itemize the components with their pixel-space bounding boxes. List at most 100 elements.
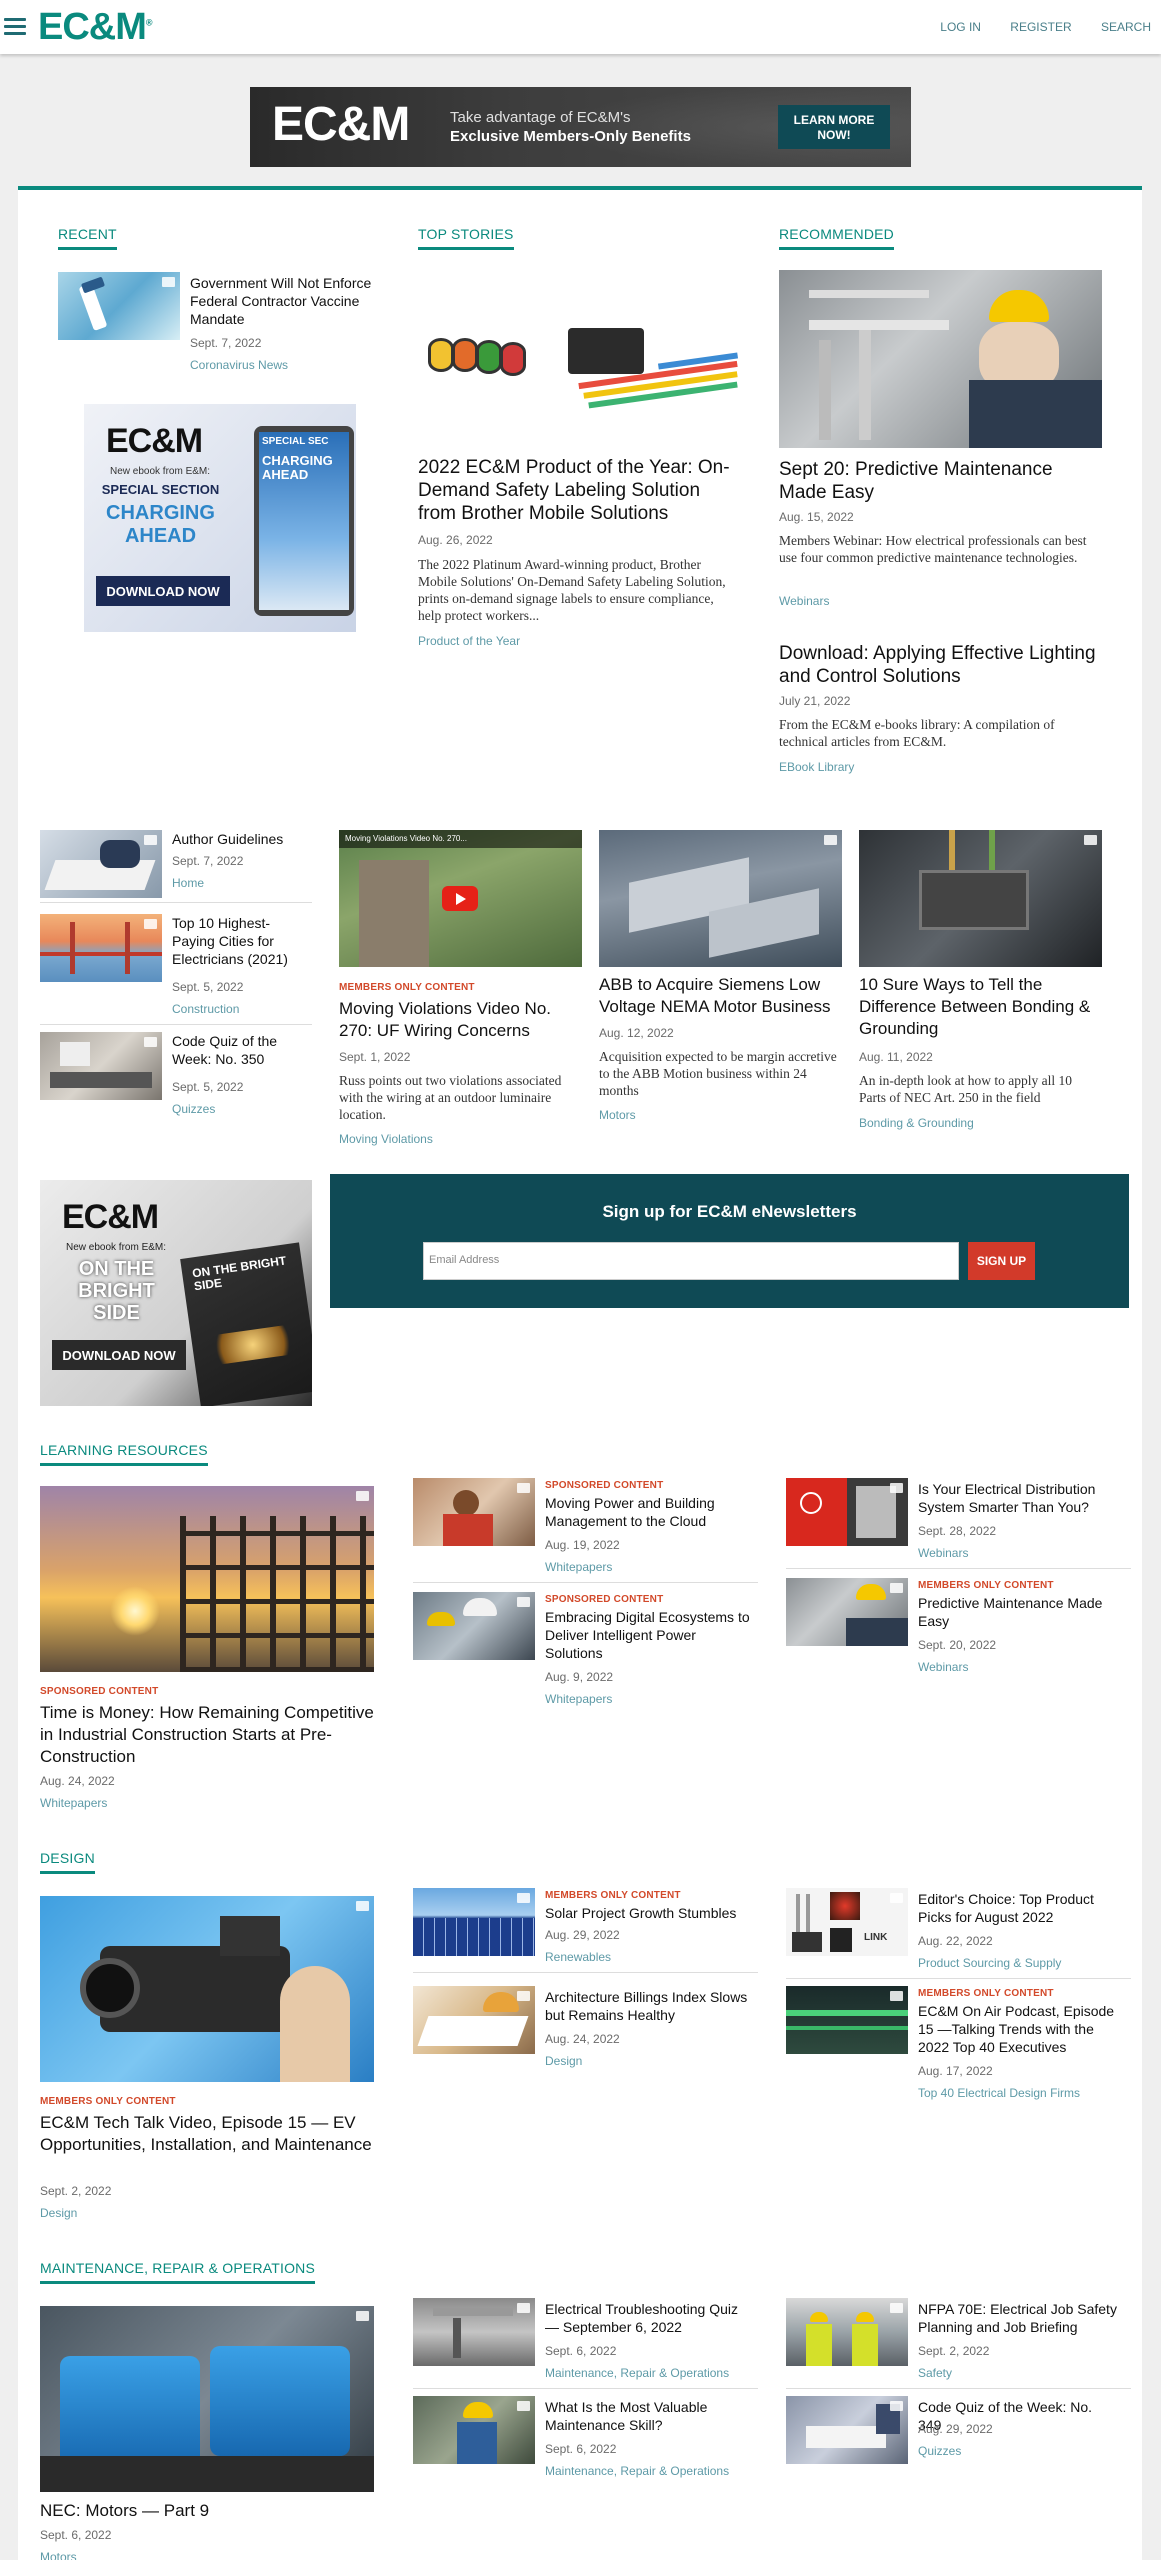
- podcast-image[interactable]: [786, 1986, 908, 2054]
- mro-main-category[interactable]: Motors: [40, 2550, 77, 2560]
- golden-gate-image[interactable]: [40, 914, 162, 982]
- maintenance-skill-image[interactable]: [413, 2396, 535, 2464]
- top-story-title[interactable]: 2022 EC&M Product of the Year: On-Demand…: [418, 456, 738, 525]
- top-story-category[interactable]: Product of the Year: [418, 634, 520, 648]
- row2-small3-category[interactable]: Quizzes: [172, 1102, 215, 1116]
- mro-item1-title[interactable]: Electrical Troubleshooting Quiz — Septem…: [545, 2300, 750, 2336]
- architecture-billings-image[interactable]: [413, 1986, 535, 2054]
- design-main-category[interactable]: Design: [40, 2206, 77, 2220]
- product-picks-image[interactable]: LINK: [786, 1888, 908, 1956]
- job-safety-image[interactable]: [786, 2298, 908, 2366]
- learn-more-button[interactable]: LEARN MORE NOW!: [778, 105, 890, 149]
- learning-item2-category[interactable]: Whitepapers: [545, 1692, 612, 1706]
- ebook-charging-ahead-ad[interactable]: EC&M New ebook from E&M: SPECIAL SECTION…: [84, 404, 356, 632]
- design-main-title[interactable]: EC&M Tech Talk Video, Episode 15 — EV Op…: [40, 2112, 374, 2156]
- video-camera-image[interactable]: [40, 1896, 374, 2082]
- design-item4-category[interactable]: Top 40 Electrical Design Firms: [918, 2086, 1080, 2100]
- design-item4-title[interactable]: EC&M On Air Podcast, Episode 15 —Talking…: [918, 2002, 1118, 2056]
- ebook1-download-button[interactable]: DOWNLOAD NOW: [96, 576, 230, 606]
- factory-aerial-image[interactable]: [599, 830, 842, 967]
- menu-icon[interactable]: [4, 18, 26, 36]
- ebook-bright-side-ad[interactable]: EC&M New ebook from E&M: ON THE BRIGHT S…: [40, 1180, 312, 1406]
- motors-image[interactable]: [40, 2306, 374, 2492]
- design-item3-category[interactable]: Product Sourcing & Supply: [918, 1956, 1061, 1970]
- row2-small2-title[interactable]: Top 10 Highest-Paying Cities for Electri…: [172, 914, 307, 968]
- recent-title[interactable]: Government Will Not Enforce Federal Cont…: [190, 274, 390, 328]
- login-link[interactable]: LOG IN: [940, 20, 981, 34]
- members-banner-ad[interactable]: EC&M Take advantage of EC&M's Exclusive …: [250, 87, 911, 167]
- site-logo[interactable]: EC&M®: [38, 6, 152, 49]
- register-link[interactable]: REGISTER: [1010, 20, 1071, 34]
- mro-item3-title[interactable]: NFPA 70E: Electrical Job Safety Planning…: [918, 2300, 1118, 2336]
- vaccine-image[interactable]: [58, 272, 180, 340]
- technician-image[interactable]: [779, 270, 1102, 448]
- design-item4-kicker: MEMBERS ONLY CONTENT: [918, 1988, 1054, 1999]
- hospital-room-image[interactable]: [786, 2396, 908, 2464]
- troubleshooting-image[interactable]: [413, 2298, 535, 2366]
- kitchen-image[interactable]: [40, 1032, 162, 1100]
- learning-item3-category[interactable]: Webinars: [918, 1546, 968, 1560]
- mro-item2-category[interactable]: Maintenance, Repair & Operations: [545, 2464, 729, 2478]
- learning-item1-title[interactable]: Moving Power and Building Management to …: [545, 1494, 750, 1530]
- recommended1-title[interactable]: Sept 20: Predictive Maintenance Made Eas…: [779, 458, 1099, 504]
- mro-main-title[interactable]: NEC: Motors — Part 9: [40, 2500, 374, 2522]
- mro-item4-category[interactable]: Quizzes: [918, 2444, 961, 2458]
- photo-gallery-icon: [162, 277, 175, 287]
- learning-main-category[interactable]: Whitepapers: [40, 1796, 107, 1810]
- bonding-grounding-image[interactable]: [859, 830, 1102, 967]
- moving-violations-video[interactable]: Moving Violations Video No. 270...: [339, 830, 582, 967]
- signup-button[interactable]: SIGN UP: [968, 1242, 1035, 1280]
- design-item2-title[interactable]: Architecture Billings Index Slows but Re…: [545, 1988, 750, 2024]
- ebook2-download-button[interactable]: DOWNLOAD NOW: [52, 1340, 186, 1370]
- learning-heading: LEARNING RESOURCES: [40, 1442, 208, 1466]
- card1-title[interactable]: Moving Violations Video No. 270: UF Wiri…: [339, 998, 582, 1042]
- row2-small1-title[interactable]: Author Guidelines: [172, 830, 307, 848]
- learning-item4-category[interactable]: Webinars: [918, 1660, 968, 1674]
- email-field[interactable]: Email Address: [423, 1242, 959, 1280]
- learning-item4-kicker: MEMBERS ONLY CONTENT: [918, 1580, 1054, 1591]
- author-guidelines-image[interactable]: [40, 830, 162, 898]
- photo-gallery-icon: [890, 1483, 903, 1493]
- design-item1-category[interactable]: Renewables: [545, 1950, 611, 1964]
- banner-logo: EC&M: [272, 98, 410, 151]
- recommended2-title[interactable]: Download: Applying Effective Lighting an…: [779, 642, 1099, 688]
- learning-item2-title[interactable]: Embracing Digital Ecosystems to Deliver …: [545, 1608, 750, 1662]
- design-item1-title[interactable]: Solar Project Growth Stumbles: [545, 1904, 750, 1922]
- mro-item2-title[interactable]: What Is the Most Valuable Maintenance Sk…: [545, 2398, 750, 2434]
- divider: [40, 1024, 312, 1025]
- construction-sunset-image[interactable]: [40, 1486, 374, 1672]
- card2-title[interactable]: ABB to Acquire Siemens Low Voltage NEMA …: [599, 974, 849, 1018]
- label-printer-image[interactable]: [418, 300, 748, 410]
- play-icon[interactable]: [442, 886, 478, 911]
- row2-small1-category[interactable]: Home: [172, 876, 204, 890]
- row2-small2-category[interactable]: Construction: [172, 1002, 239, 1016]
- mro-item2-date: Sept. 6, 2022: [545, 2442, 617, 2456]
- design-item3-title[interactable]: Editor's Choice: Top Product Picks for A…: [918, 1890, 1118, 1926]
- card3-category[interactable]: Bonding & Grounding: [859, 1116, 974, 1130]
- recent-category[interactable]: Coronavirus News: [190, 358, 288, 372]
- solar-panels-image[interactable]: [413, 1888, 535, 1956]
- ebook1-charging: CHARGING AHEAD: [106, 502, 215, 547]
- electrical-distribution-image[interactable]: [786, 1478, 908, 1546]
- mro-item3-category[interactable]: Safety: [918, 2366, 952, 2380]
- mro-item1-category[interactable]: Maintenance, Repair & Operations: [545, 2366, 729, 2380]
- learning-main-title[interactable]: Time is Money: How Remaining Competitive…: [40, 1702, 374, 1768]
- learning-item4-title[interactable]: Predictive Maintenance Made Easy: [918, 1594, 1118, 1630]
- predictive-maintenance-image[interactable]: [786, 1578, 908, 1646]
- recommended2-date: July 21, 2022: [779, 694, 851, 708]
- ebook1-logo: EC&M: [106, 422, 203, 460]
- design-item2-category[interactable]: Design: [545, 2054, 582, 2068]
- card1-category[interactable]: Moving Violations: [339, 1132, 433, 1146]
- learning-section: LEARNING RESOURCES: [40, 1442, 208, 1466]
- card2-category[interactable]: Motors: [599, 1108, 636, 1122]
- recommended1-category[interactable]: Webinars: [779, 594, 829, 608]
- learning-item1-category[interactable]: Whitepapers: [545, 1560, 612, 1574]
- cloud-management-image[interactable]: [413, 1478, 535, 1546]
- row2-small3-title[interactable]: Code Quiz of the Week: No. 350: [172, 1032, 307, 1068]
- digital-ecosystems-image[interactable]: [413, 1592, 535, 1660]
- card3-title[interactable]: 10 Sure Ways to Tell the Difference Betw…: [859, 974, 1109, 1040]
- recommended2-category[interactable]: EBook Library: [779, 760, 854, 774]
- search-link[interactable]: SEARCH: [1101, 20, 1151, 34]
- learning-item3-title[interactable]: Is Your Electrical Distribution System S…: [918, 1480, 1118, 1516]
- newsletter-heading: Sign up for EC&M eNewsletters: [602, 1202, 857, 1221]
